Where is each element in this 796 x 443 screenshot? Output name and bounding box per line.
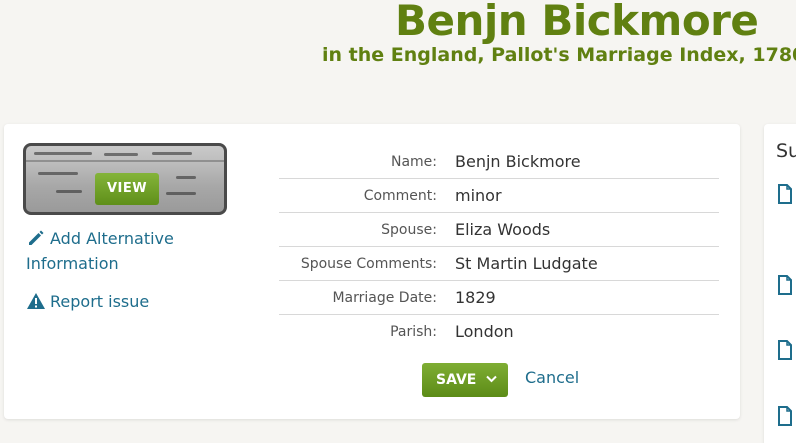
add-alternative-label-2: Information [26,254,119,273]
cancel-link[interactable]: Cancel [525,368,579,387]
handwriting-mark [56,190,82,193]
record-fields: Name: Benjn Bickmore Comment: minor Spou… [279,145,719,349]
sidebar-heading: Su [776,140,796,162]
image-line [26,160,224,162]
field-row-comment: Comment: minor [279,179,719,213]
handwriting-mark [38,172,78,175]
chevron-down-icon [486,375,497,383]
record-image: VIEW [26,146,224,212]
sidebar-card: Su [764,124,796,443]
record-image-thumbnail[interactable]: VIEW [23,143,227,215]
document-icon[interactable] [777,184,793,204]
handwriting-mark [176,176,196,179]
handwriting-mark [166,192,196,195]
field-label: Parish: [390,324,437,340]
handwriting-mark [34,152,92,155]
field-value: Eliza Woods [455,220,551,239]
field-value: London [455,322,514,341]
document-icon[interactable] [777,275,793,295]
save-button[interactable]: SAVE [422,363,508,397]
field-value: Benjn Bickmore [455,152,581,171]
field-value: minor [455,186,502,205]
handwriting-mark [104,153,138,156]
add-alternative-info-link-line2[interactable]: Information [26,251,119,276]
field-value: 1829 [455,288,496,307]
field-label: Marriage Date: [332,290,437,306]
save-label: SAVE [436,372,477,388]
document-icon[interactable] [777,406,793,426]
page: Benjn Bickmore in the England, Pallot's … [0,0,796,443]
field-label: Spouse Comments: [300,256,437,272]
field-row-spouse-comments: Spouse Comments: St Martin Ludgate [279,247,719,281]
report-issue-link[interactable]: Report issue [50,289,149,314]
field-label: Spouse: [381,222,437,238]
page-title: Benjn Bickmore [395,0,759,45]
field-row-parish: Parish: London [279,315,719,349]
warning-icon [27,293,45,309]
view-button[interactable]: VIEW [95,173,159,205]
handwriting-mark [152,152,192,155]
field-value: St Martin Ludgate [455,254,598,273]
add-alternative-info-link[interactable]: Add Alternative [50,226,174,251]
field-label: Name: [390,154,437,170]
field-row-name: Name: Benjn Bickmore [279,145,719,179]
document-icon[interactable] [777,340,793,360]
page-subtitle: in the England, Pallot's Marriage Index,… [322,44,796,66]
add-alternative-label: Add Alternative [50,229,174,248]
field-row-marriage-date: Marriage Date: 1829 [279,281,719,315]
field-label: Comment: [363,188,437,204]
field-row-spouse: Spouse: Eliza Woods [279,213,719,247]
pencil-icon [29,230,44,245]
